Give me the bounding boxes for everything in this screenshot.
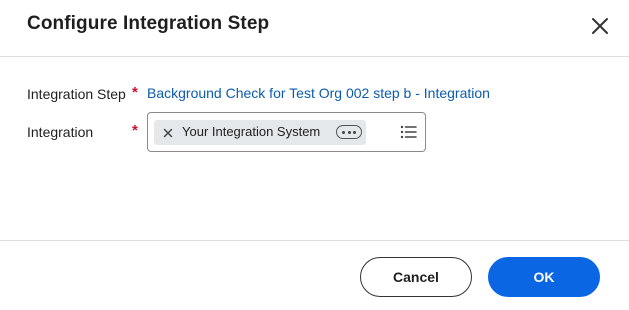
- dialog-header: Configure Integration Step: [0, 0, 629, 57]
- dialog-title: Configure Integration Step: [27, 13, 270, 34]
- footer-divider: [0, 240, 629, 241]
- x-icon: [163, 128, 173, 138]
- selected-integration-pill[interactable]: Your Integration System: [154, 120, 366, 145]
- close-button[interactable]: [587, 13, 613, 39]
- integration-step-required-marker: *: [132, 84, 138, 101]
- prompt-list-button[interactable]: [400, 124, 418, 140]
- remove-selection-button[interactable]: [162, 126, 174, 138]
- cancel-button[interactable]: Cancel: [360, 257, 472, 297]
- related-actions-button[interactable]: [336, 125, 362, 139]
- configure-integration-step-dialog: Configure Integration Step Integration S…: [0, 0, 629, 310]
- ok-button[interactable]: OK: [488, 257, 600, 297]
- selected-integration-text: Your Integration System: [182, 124, 321, 139]
- close-icon: [592, 18, 608, 34]
- ellipsis-icon-dot: [347, 131, 351, 134]
- integration-required-marker: *: [132, 122, 138, 139]
- integration-step-link[interactable]: Background Check for Test Org 002 step b…: [147, 85, 490, 101]
- ellipsis-icon: [342, 131, 345, 134]
- integration-label: Integration: [27, 124, 94, 140]
- integration-prompt-field[interactable]: Your Integration System: [147, 112, 426, 152]
- integration-step-label: Integration Step: [27, 86, 126, 102]
- ellipsis-icon-dot: [353, 131, 356, 134]
- list-icon: [400, 125, 417, 139]
